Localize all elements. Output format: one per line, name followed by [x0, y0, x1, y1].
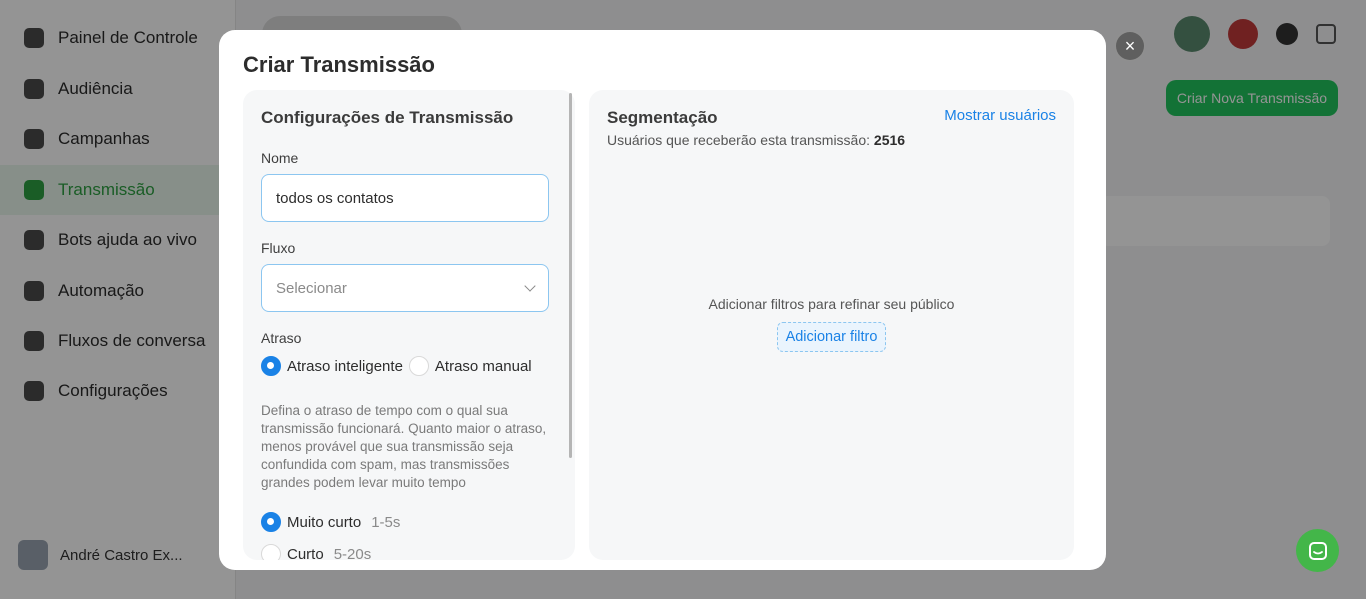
chat-widget-button[interactable] [1296, 529, 1339, 572]
close-modal-button[interactable]: × [1114, 30, 1146, 62]
flow-select-placeholder: Selecionar [276, 279, 347, 297]
radio-checked-icon[interactable] [261, 356, 281, 376]
flow-label: Fluxo [261, 240, 296, 256]
filters-empty-text: Adicionar filtros para refinar seu públi… [708, 296, 955, 312]
speed-option-short[interactable]: Curto 5-20s [261, 544, 557, 560]
delay-description: Defina o atraso de tempo com o qual sua … [261, 403, 547, 490]
close-icon: × [1124, 35, 1136, 56]
filters-empty-state: Adicionar filtros para refinar seu públi… [589, 296, 1074, 352]
speed-radio-group: Muito curto 1-5s Curto 5-20s [261, 512, 557, 560]
chat-icon [1308, 541, 1327, 560]
delay-option-manual[interactable]: Atraso manual [408, 356, 532, 376]
speed-option-very-short[interactable]: Muito curto 1-5s [261, 512, 557, 532]
radio-checked-icon[interactable] [261, 512, 281, 532]
flow-select[interactable]: Selecionar [261, 264, 549, 312]
user-count: 2516 [873, 132, 906, 148]
chevron-down-icon [524, 280, 536, 292]
left-panel-scrollbar[interactable] [569, 93, 572, 458]
add-filter-button[interactable]: Adicionar filtro [776, 322, 887, 352]
delay-radio-group: Atraso inteligente Atraso manual [261, 356, 557, 376]
radio-unchecked-icon[interactable] [261, 544, 281, 560]
delay-option-smart[interactable]: Atraso inteligente [261, 356, 403, 376]
modal-title: Criar Transmissão [243, 52, 435, 77]
segmentation-panel: Segmentação Usuários que receberão esta … [589, 90, 1074, 560]
broadcast-settings-panel: Configurações de Transmissão Nome todos … [243, 90, 575, 560]
name-label: Nome [261, 150, 299, 166]
radio-unchecked-icon[interactable] [408, 356, 429, 376]
segmentation-subtitle: Usuários que receberão esta transmissão:… [607, 132, 906, 148]
name-input[interactable]: todos os contatos [261, 174, 549, 222]
broadcast-settings-title: Configurações de Transmissão [261, 108, 514, 127]
create-broadcast-modal: Criar Transmissão Configurações de Trans… [219, 30, 1106, 570]
delay-label: Atraso [261, 330, 302, 346]
show-users-link[interactable]: Mostrar usuários [944, 107, 1056, 124]
name-input-value: todos os contatos [276, 189, 394, 207]
